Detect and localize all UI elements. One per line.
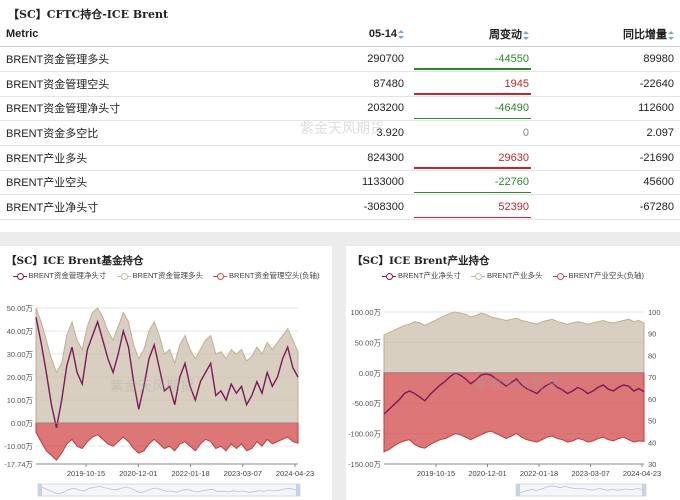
zoom-handle-left (516, 484, 520, 496)
x-tick-label: 2019-10-15 (67, 469, 105, 478)
x-tick-label: 2020-12-01 (468, 469, 506, 478)
fund-position-chart: 50.00万 40.00万 30.00万 20.00万 10.00万 0.00万 -10.0… (4, 304, 314, 497)
cell-metric: BRENT资金管理净头寸 (0, 96, 250, 122)
y-tick-label: -100.00万 (348, 430, 381, 439)
y-tick-label: -50.00万 (352, 399, 381, 408)
x-tick-label: 2019-10-15 (417, 469, 455, 478)
series-area (383, 372, 645, 453)
cell-yoy-change: 45600 (535, 170, 680, 196)
x-tick-label: 2022-01-18 (171, 469, 209, 478)
cell-weekly-change: -44550 (410, 46, 535, 72)
cell-weekly-change: 52390 (410, 194, 535, 220)
change-bar (414, 216, 531, 218)
cell-weekly-change: 0 (410, 120, 535, 146)
x-tick-label: 2022-01-18 (520, 469, 558, 478)
x-tick-label: 2020-12-01 (119, 469, 157, 478)
y-tick-label-right: 100 (648, 308, 661, 317)
change-bar (414, 117, 531, 120)
cell-yoy-change: -21690 (535, 145, 680, 171)
y-tick-label: -150.00万 (348, 460, 381, 469)
cell-yoy-change: -22640 (535, 71, 680, 97)
cell-yoy-change: 89980 (535, 46, 680, 72)
table-row[interactable]: BRENT资金多空比 3.920 0 2.097 (0, 120, 680, 146)
series-area (383, 311, 645, 374)
cell-current-value: 1133000 (250, 170, 410, 196)
y-tick-label: 40.00万 (7, 327, 34, 336)
column-header-weekly-change[interactable]: 周变动 (410, 22, 535, 48)
cell-current-value: 824300 (250, 145, 410, 171)
y-tick-label-right: 70 (648, 373, 656, 382)
y-tick-label: 50.00万 (355, 338, 382, 347)
y-tick-label: 0.00万 (359, 369, 382, 378)
y-tick-label-right: 60 (648, 395, 656, 404)
cell-metric: BRENT资金管理空头 (0, 71, 250, 97)
x-tick-label: 2023-03-07 (571, 469, 609, 478)
x-tick-label: 2024-04-23 (276, 469, 314, 478)
y-tick-label-right: 90 (648, 330, 656, 339)
y-tick-label: -17.74万 (4, 460, 33, 469)
cell-weekly-change: -22760 (410, 170, 535, 196)
table-row[interactable]: BRENT资金管理净头寸 203200 -46490 112600 (0, 96, 680, 122)
table-row[interactable]: BRENT产业空头 1133000 -22760 45600 (0, 170, 680, 196)
cell-current-value: 87480 (250, 71, 410, 97)
cftc-table-panel: 【SC】CFTC持仓-ICE Brent Metric 05-14 周变动 同比… (0, 0, 680, 232)
table-header-row: Metric 05-14 周变动 同比增量 (0, 22, 680, 48)
table-row[interactable]: BRENT产业多头 824300 29630 -21690 (0, 145, 680, 171)
y-tick-label: 0.00万 (11, 419, 34, 428)
cell-metric: BRENT资金管理多头 (0, 46, 250, 72)
x-tick-label: 2024-04-23 (623, 469, 661, 478)
y-tick-label: -10.00万 (4, 442, 33, 451)
y-tick-label-right: 30 (648, 460, 656, 469)
cell-metric: BRENT产业多头 (0, 145, 250, 171)
cell-yoy-change: 112600 (535, 96, 680, 122)
fund-position-chart-panel: 【SC】ICE Brent基金持仓 BRENT资金管理净头寸 BRENT资金管理… (0, 246, 332, 500)
zoom-handle-left (38, 484, 42, 496)
y-tick-label: 20.00万 (7, 373, 34, 382)
column-header-yoy-change[interactable]: 同比增量 (535, 22, 680, 48)
sort-icon[interactable] (523, 30, 529, 40)
y-tick-label: 100.00万 (351, 308, 382, 317)
cell-metric: BRENT产业空头 (0, 170, 250, 196)
change-bar (414, 93, 531, 95)
zoom-handle-right (642, 484, 646, 496)
zoom-slider-track (37, 483, 301, 497)
cell-weekly-change: 29630 (410, 145, 535, 171)
cell-metric: BRENT资金多空比 (0, 120, 250, 146)
cell-metric: BRENT产业净头寸 (0, 194, 250, 220)
cell-current-value: 290700 (250, 46, 410, 72)
cell-current-value: -308300 (250, 194, 410, 220)
producer-position-chart: 100.00万 50.00万 0.00万 -50.00万 -100.00万 -150.00… (348, 308, 661, 497)
y-tick-label: 10.00万 (7, 396, 34, 405)
cell-yoy-change: -67280 (535, 194, 680, 220)
cell-current-value: 203200 (250, 96, 410, 122)
cell-current-value: 3.920 (250, 120, 410, 146)
y-tick-label-right: 80 (648, 351, 656, 360)
series-area (35, 422, 299, 461)
table-title: 【SC】CFTC持仓-ICE Brent (8, 8, 169, 21)
zoom-handle-right (296, 484, 300, 496)
y-tick-label: 30.00万 (7, 350, 34, 359)
column-header-metric[interactable]: Metric (0, 22, 250, 48)
y-tick-label-right: 50 (648, 417, 656, 426)
producer-position-chart-panel: 【SC】ICE Brent产业持仓 BRENT产业净头寸 BRENT产业多头 B… (346, 246, 680, 500)
table-row[interactable]: BRENT资金管理多头 290700 -44550 89980 (0, 46, 680, 72)
table-row[interactable]: BRENT产业净头寸 -308300 52390 -67280 (0, 194, 680, 220)
column-header-date[interactable]: 05-14 (250, 22, 410, 48)
cftc-table: Metric 05-14 周变动 同比增量 BRENT资金管理多头 290700-… (0, 22, 680, 220)
cell-weekly-change: 1945 (410, 71, 535, 97)
sort-icon[interactable] (398, 29, 404, 39)
change-bar (414, 68, 531, 70)
table-row[interactable]: BRENT资金管理空头 87480 1945 -22640 (0, 71, 680, 97)
cell-yoy-change: 2.097 (535, 120, 680, 146)
change-bar (414, 191, 531, 194)
y-tick-label-right: 40 (648, 438, 656, 447)
change-bar (414, 167, 531, 169)
y-tick-label: 50.00万 (7, 304, 34, 313)
sort-icon[interactable] (668, 30, 674, 40)
cell-weekly-change: -46490 (410, 96, 535, 122)
x-tick-label: 2023-03-07 (224, 469, 262, 478)
